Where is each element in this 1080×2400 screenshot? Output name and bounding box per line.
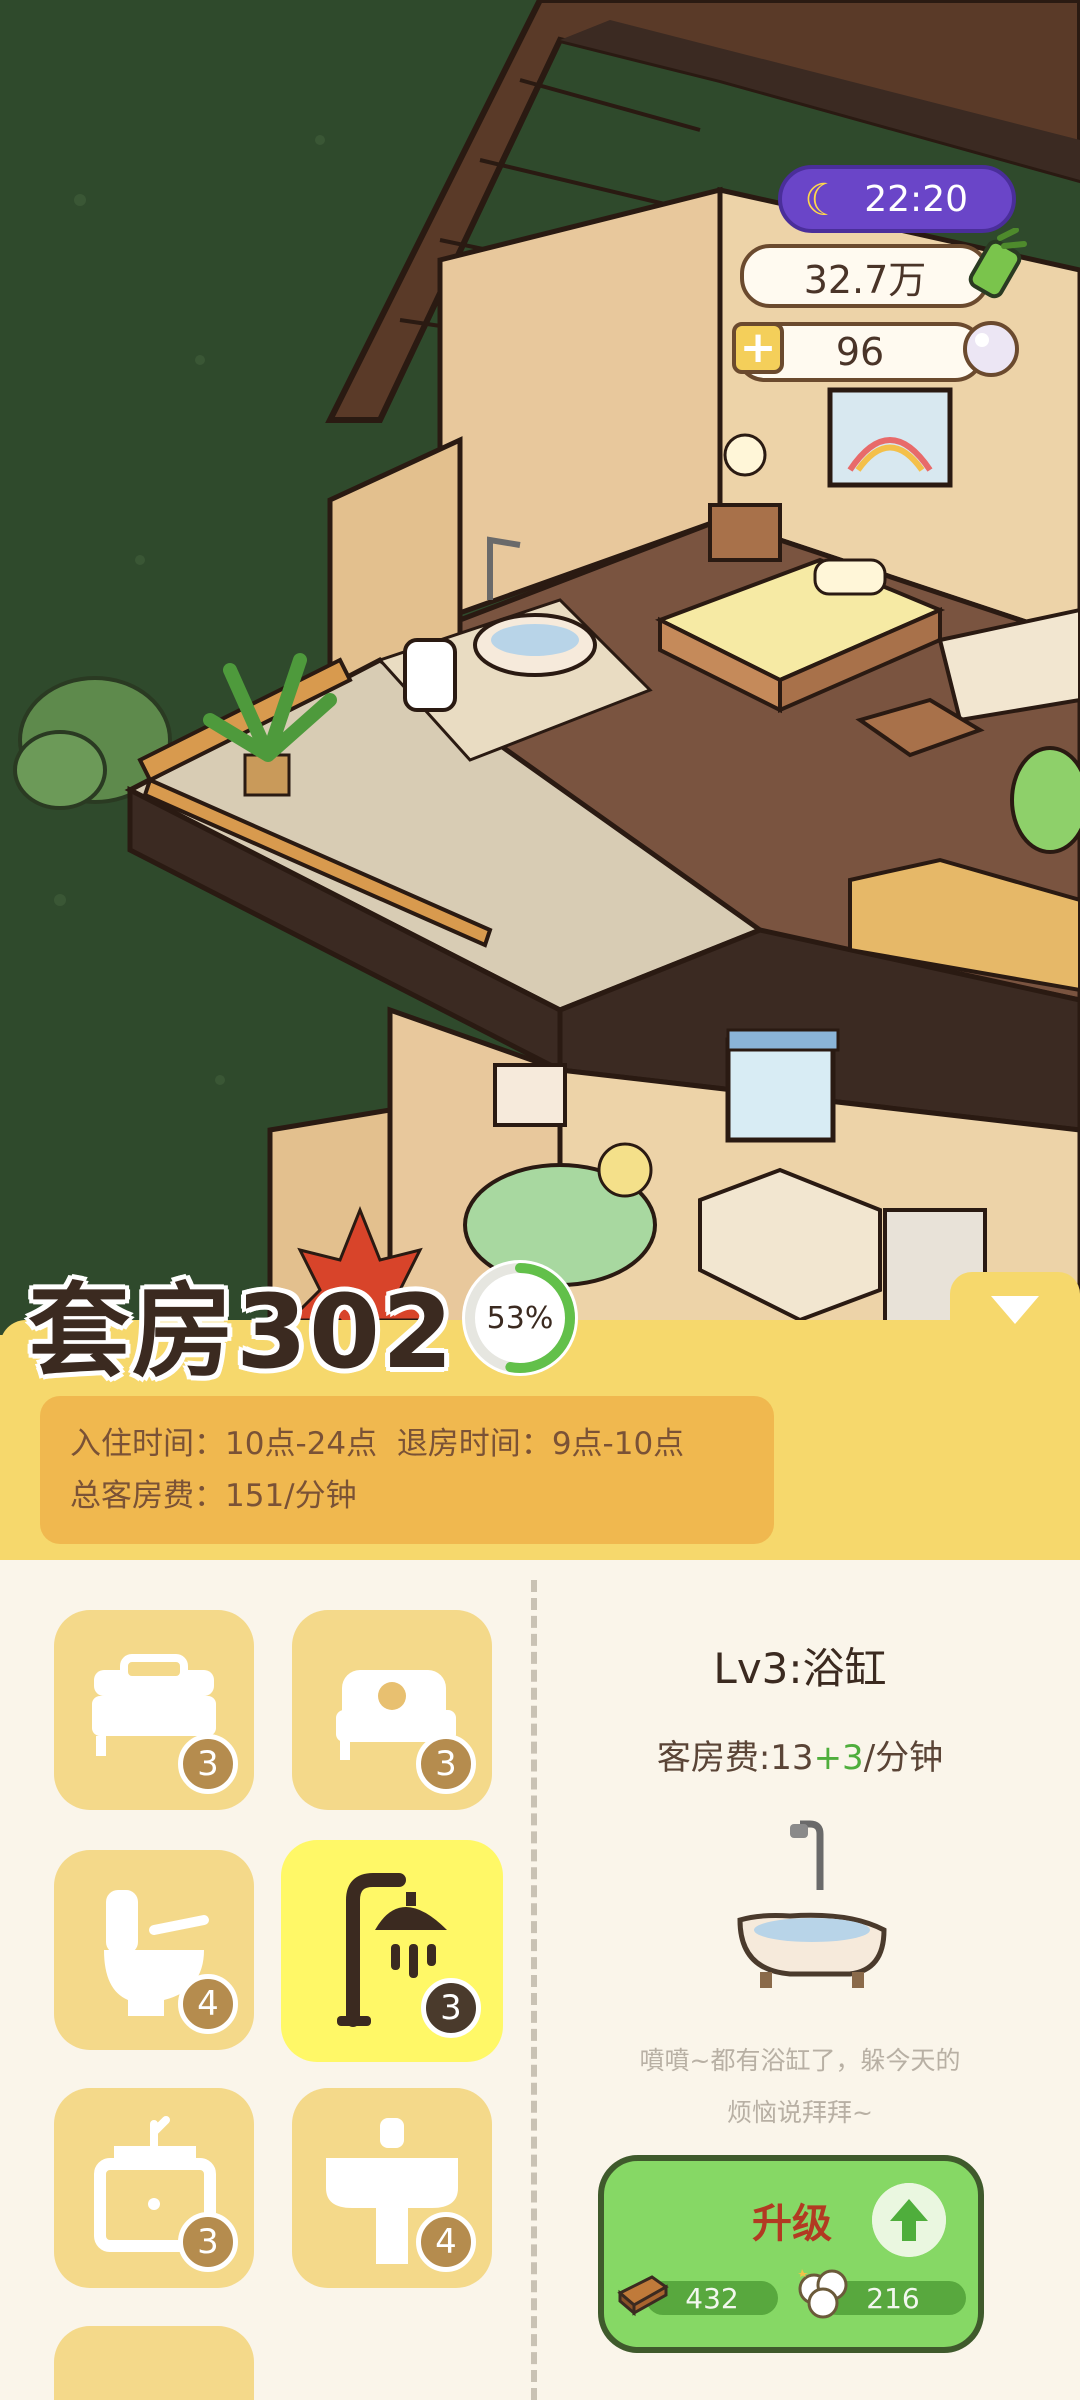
arrow-up-icon [872,2183,946,2257]
category-level-badge: 3 [178,2212,238,2272]
category-more[interactable] [54,2326,254,2400]
category-bed[interactable]: 3 [54,1610,254,1810]
category-bed-side[interactable]: 3 [292,1610,492,1810]
category-level-badge: 4 [416,2212,476,2272]
room-title: 套房302 [28,1273,455,1392]
total-fee-value: 151/分钟 [225,1478,357,1514]
checkin-label: 入住时间 [70,1426,194,1462]
divider [531,1580,537,2400]
coin-amount: 32.7万 [803,257,927,302]
coin-counter[interactable]: 32.7万 [740,244,990,308]
category-sink[interactable]: 4 [292,2088,492,2288]
fee-suffix: /分钟 [863,1738,944,1778]
fee-bonus: +3 [813,1738,864,1778]
upgrade-label: 升级 [752,2201,832,2247]
moon-icon: ☾ [804,175,844,226]
bamboo-coin-icon [968,228,1027,299]
category-shower-selected[interactable]: 3 [281,1840,503,2062]
clock-time: 22:20 [864,178,968,220]
checkin-value: 10点-24点 [225,1426,378,1462]
checkout-value: 9点-10点 [551,1426,685,1462]
collapse-panel-button[interactable] [950,1272,1080,1348]
fee-prefix: 客房费:13 [656,1738,814,1778]
item-title: Lv3:浴缸 [713,1644,887,1693]
category-nightstand[interactable]: 3 [54,2088,254,2288]
item-description: 噴噴~都有浴缸了，躲今天的 烦恼说拜拜~ [600,2035,1000,2139]
description-line: 烦恼说拜拜~ [727,2098,873,2127]
cotton-icon [798,2269,848,2319]
upgrade-button[interactable]: 升级 432 216 [598,2155,984,2353]
description-line: 噴噴~都有浴缸了，躲今天的 [639,2046,961,2075]
total-fee-label: 总客房费 [70,1478,194,1514]
game-clock: ☾ 22:20 [778,165,1016,233]
occupancy-progress: 53% [458,1256,582,1380]
category-level-badge: 3 [416,1734,476,1794]
add-pearl-button[interactable]: + [732,322,784,374]
room-info-box: 入住时间：10点-24点 退房时间：9点-10点 总客房费：151/分钟 [40,1396,774,1544]
occupancy-percent: 53% [486,1300,554,1336]
category-level-badge: 4 [178,1974,238,2034]
category-level-badge: 3 [421,1978,481,2038]
item-fee: 客房费:13+3/分钟 [560,1730,1040,1779]
pearl-amount: 96 [835,330,885,374]
bathtub-illustration [737,1820,887,1988]
category-level-badge: 3 [178,1734,238,1794]
chevron-down-icon [991,1296,1039,1324]
pearl-icon [963,321,1019,377]
wood-plank-icon [617,2275,669,2317]
plus-icon: + [739,322,777,373]
category-toilet[interactable]: 4 [54,1850,254,2050]
checkout-label: 退房时间 [396,1426,521,1462]
